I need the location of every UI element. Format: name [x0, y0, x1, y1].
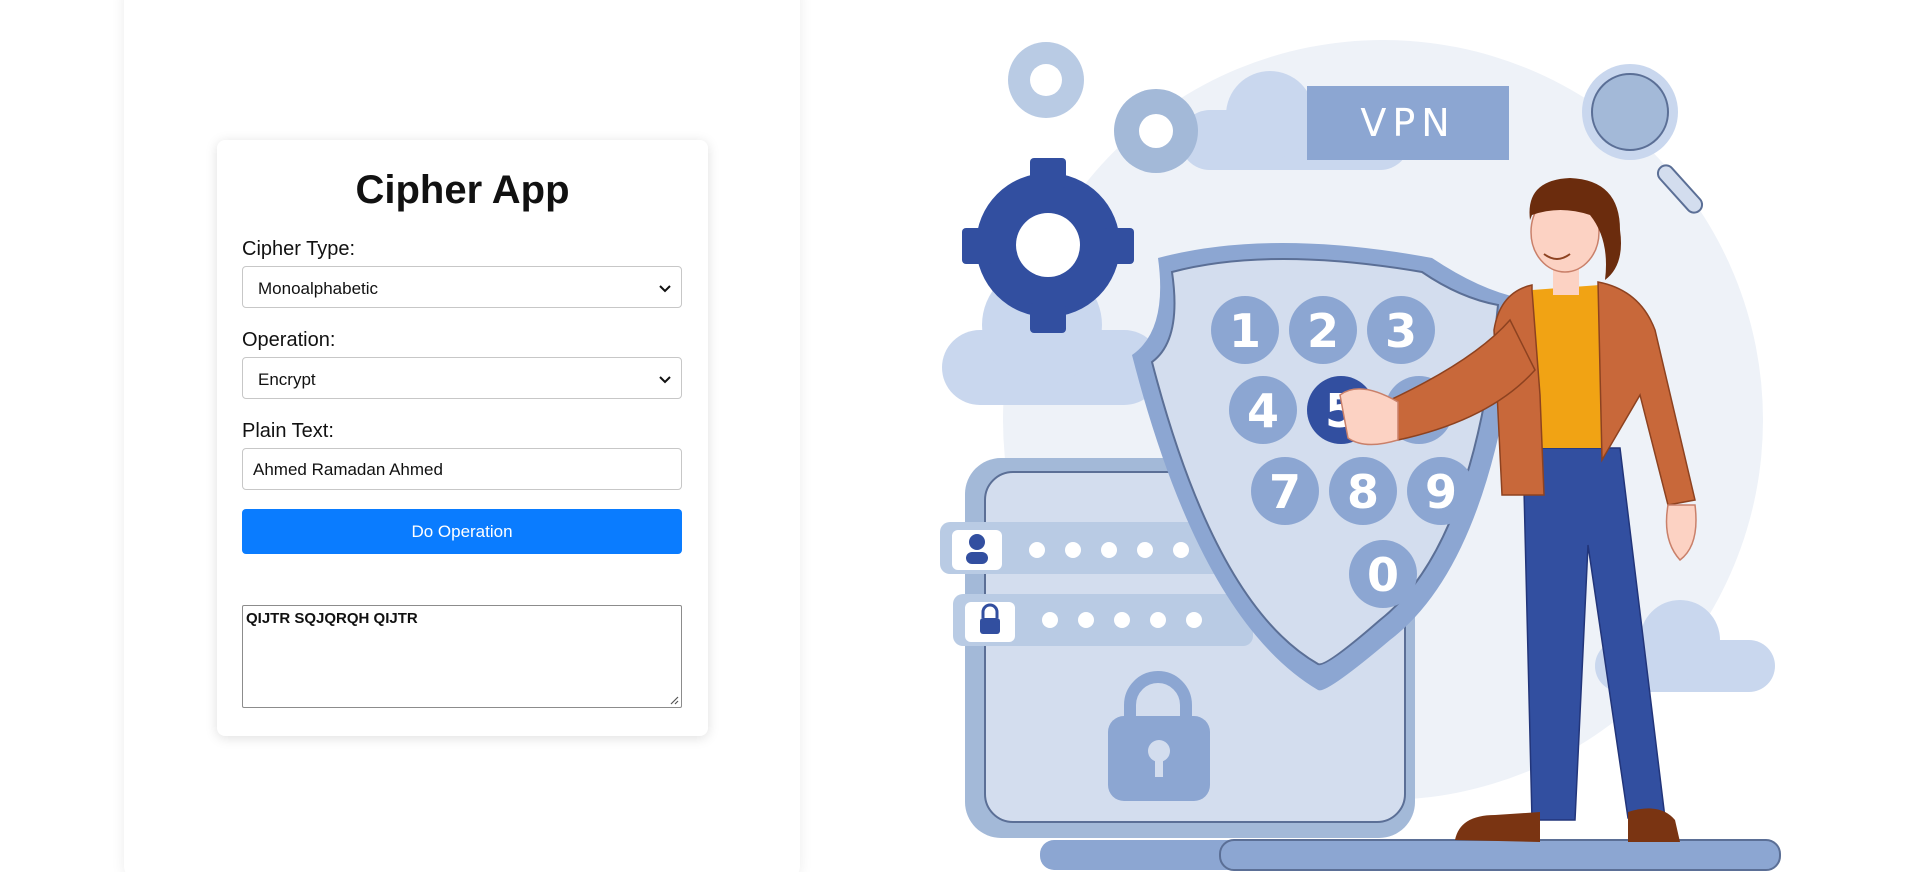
gear-icon — [1008, 42, 1084, 118]
user-icon — [969, 534, 985, 550]
keypad-key: 9 — [1407, 457, 1475, 525]
plain-text-label: Plain Text: — [242, 420, 334, 442]
svg-text:3: 3 — [1385, 304, 1417, 358]
chevron-down-icon — [659, 376, 671, 384]
do-operation-button[interactable]: Do Operation — [242, 509, 682, 554]
page-title: Cipher App — [355, 168, 570, 212]
cipher-type-label: Cipher Type: — [242, 238, 356, 260]
cipher-type-select[interactable]: Monoalphabetic — [242, 266, 682, 308]
svg-text:8: 8 — [1347, 465, 1379, 519]
resize-handle-icon[interactable] — [669, 695, 679, 705]
svg-text:9: 9 — [1425, 465, 1457, 519]
keypad-key: 4 — [1229, 376, 1297, 444]
password-field-graphic — [953, 594, 1253, 646]
svg-text:1: 1 — [1229, 304, 1261, 358]
plain-text-value: Ahmed Ramadan Ahmed — [253, 460, 443, 479]
page: Cipher App Cipher Type: Monoalphabetic O… — [0, 0, 1917, 872]
svg-text:2: 2 — [1307, 304, 1339, 358]
vpn-badge: VPN — [1307, 86, 1509, 160]
plain-text-input[interactable]: Ahmed Ramadan Ahmed — [242, 448, 682, 490]
operation-label: Operation: — [242, 329, 336, 351]
output-textarea[interactable]: QIJTR SQJQRQH QIJTR — [242, 605, 682, 708]
keypad-key: 7 — [1251, 457, 1319, 525]
output-text: QIJTR SQJQRQH QIJTR — [246, 610, 418, 627]
cipher-form-card: Cipher App Cipher Type: Monoalphabetic O… — [217, 140, 708, 736]
keypad-key: 0 — [1349, 540, 1417, 608]
operation-select[interactable]: Encrypt — [242, 357, 682, 399]
chevron-down-icon — [659, 285, 671, 293]
svg-text:0: 0 — [1367, 548, 1399, 602]
security-illustration: VPN 1 2 3 4 5 7 8 9 0 — [940, 40, 1781, 871]
operation-selected-value: Encrypt — [258, 370, 316, 389]
keypad-key: 2 — [1289, 296, 1357, 364]
keypad-key: 1 — [1211, 296, 1279, 364]
gear-icon — [1114, 89, 1198, 173]
keypad-key: 8 — [1329, 457, 1397, 525]
vpn-badge-text: VPN — [1360, 101, 1455, 145]
svg-text:4: 4 — [1247, 384, 1279, 438]
svg-text:7: 7 — [1269, 465, 1301, 519]
cipher-type-selected-value: Monoalphabetic — [258, 279, 379, 298]
keypad-key: 3 — [1367, 296, 1435, 364]
lock-icon — [980, 618, 1000, 634]
